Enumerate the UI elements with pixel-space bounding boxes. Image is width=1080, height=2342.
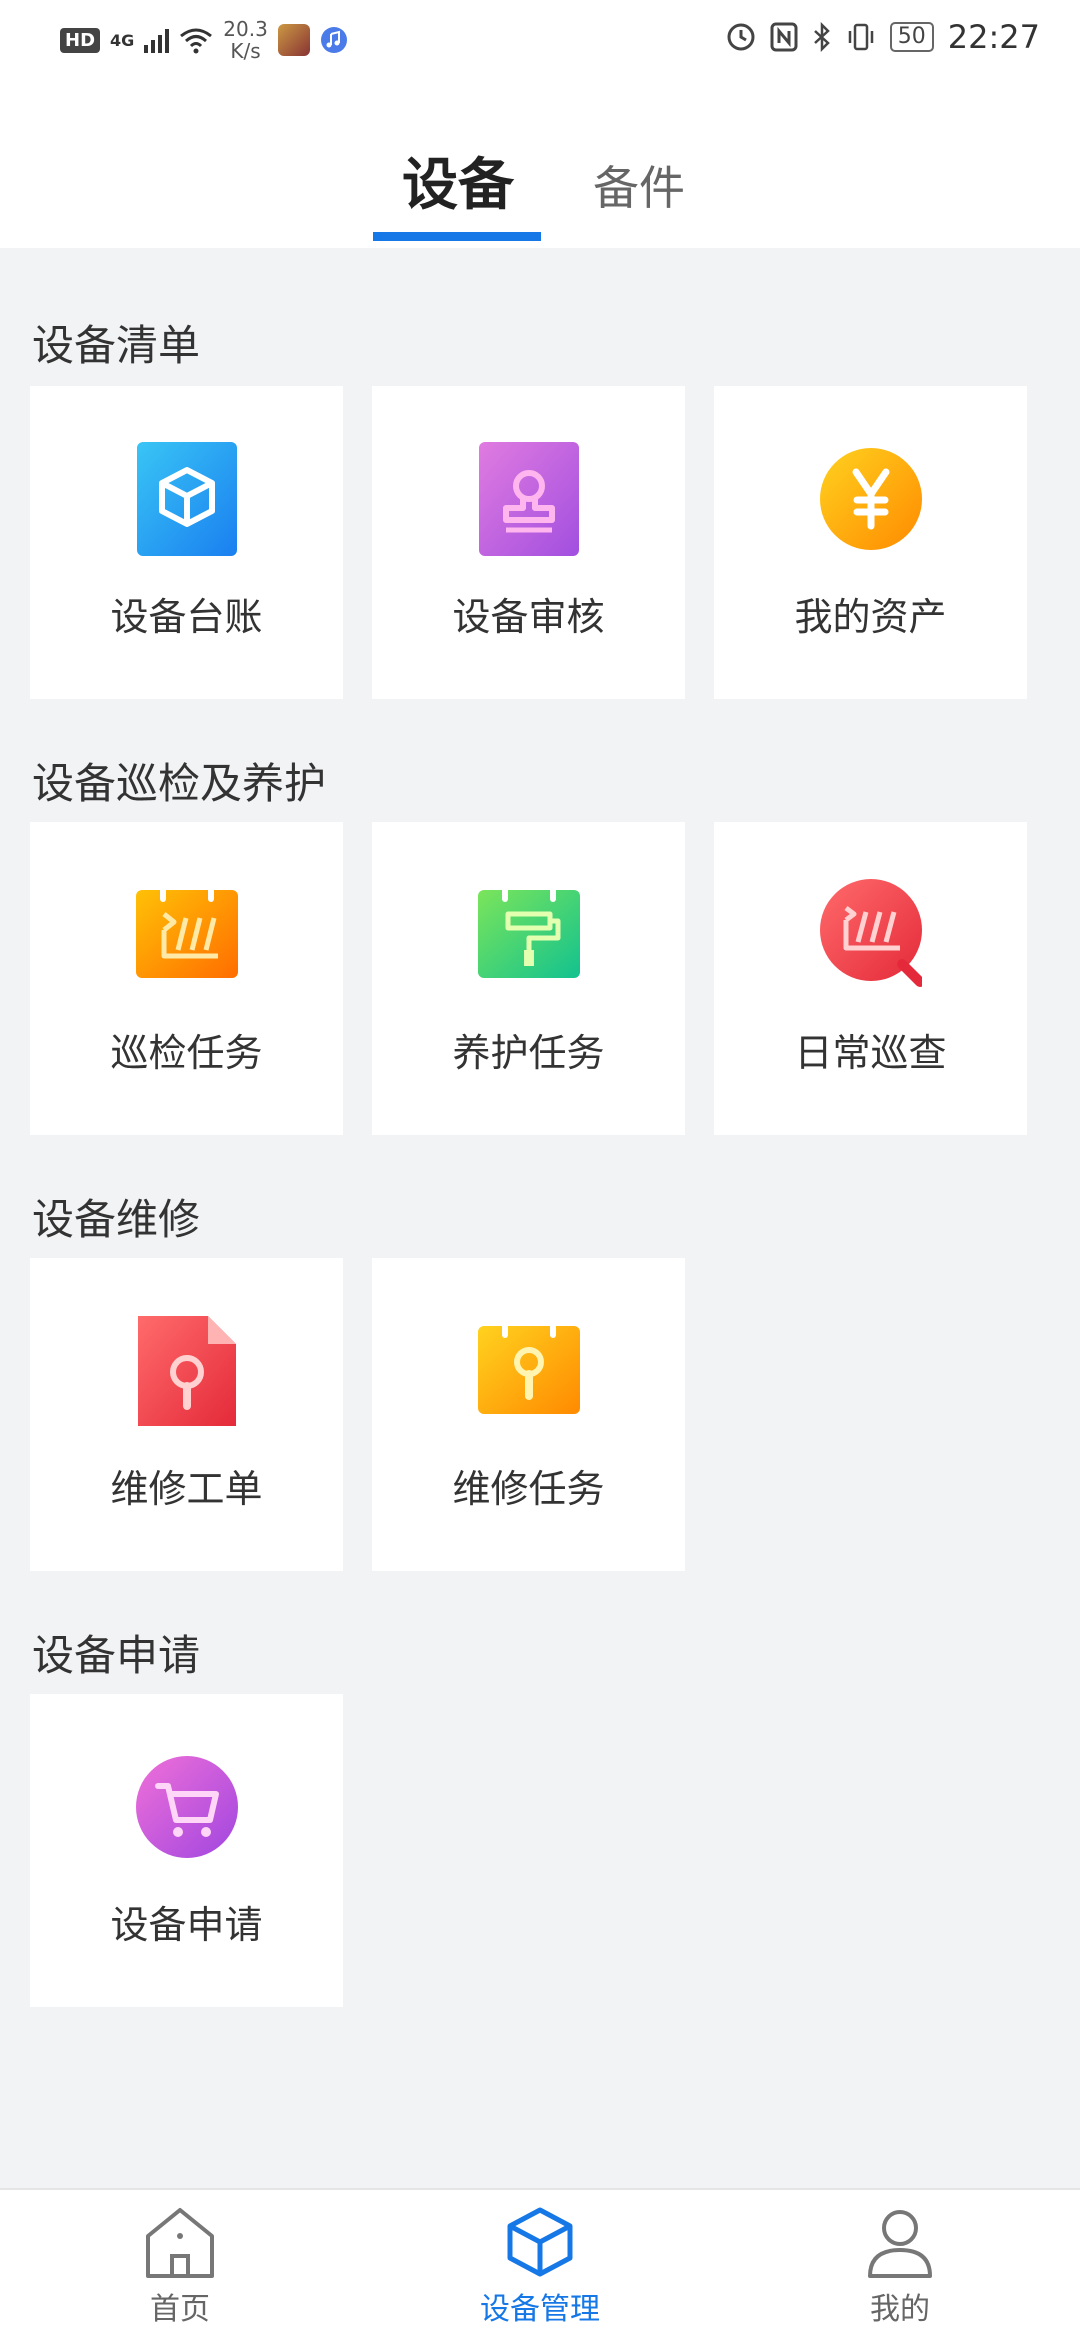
card-label: 日常巡查 bbox=[794, 1031, 947, 1075]
nav-profile-label: 我的 bbox=[870, 2292, 930, 2327]
vibrate-icon bbox=[848, 23, 874, 51]
inspection-task-card[interactable]: 巡检任务 bbox=[30, 822, 343, 1135]
nav-home-label: 首页 bbox=[150, 2292, 210, 2327]
network-speed-value: 20.3 bbox=[223, 17, 268, 41]
home-icon bbox=[146, 2208, 214, 2278]
bluetooth-icon bbox=[813, 22, 830, 52]
stamp-icon bbox=[479, 442, 579, 556]
repair-document-icon bbox=[138, 1316, 236, 1426]
device-review-card[interactable]: 设备审核 bbox=[372, 386, 685, 699]
network-speed-unit: K/s bbox=[230, 39, 261, 63]
section-title-inspection-maintenance: 设备巡检及养护 bbox=[32, 759, 327, 808]
repair-order-card[interactable]: 维修工单 bbox=[30, 1258, 343, 1571]
tab-device[interactable]: 设备 bbox=[402, 140, 514, 221]
section-title-application: 设备申请 bbox=[32, 1631, 201, 1680]
inspection-calendar-icon bbox=[136, 880, 238, 978]
repair-calendar-icon bbox=[478, 1316, 580, 1414]
card-label: 设备台账 bbox=[110, 595, 263, 639]
maintenance-calendar-icon bbox=[478, 880, 580, 978]
nav-profile[interactable]: 我的 bbox=[780, 2204, 1020, 2328]
top-tab-bar: 设备 备件 bbox=[0, 80, 1080, 248]
signal-icon bbox=[144, 27, 170, 53]
status-bar-left: HD 4G 20.3 K/s bbox=[60, 18, 348, 62]
card-label: 巡检任务 bbox=[110, 1031, 263, 1075]
nav-home[interactable]: 首页 bbox=[60, 2204, 300, 2328]
network-speed: 20.3 K/s bbox=[223, 18, 268, 62]
game-app-icon bbox=[277, 24, 310, 56]
alarm-icon bbox=[727, 23, 755, 51]
my-assets-card[interactable]: 我的资产 bbox=[714, 386, 1027, 699]
wifi-icon bbox=[180, 28, 213, 54]
card-label: 维修任务 bbox=[452, 1467, 605, 1511]
active-tab-indicator bbox=[373, 232, 541, 241]
cube-outline-icon bbox=[507, 2207, 573, 2277]
card-label: 我的资产 bbox=[794, 595, 947, 639]
patrol-search-icon bbox=[820, 879, 922, 987]
nav-device-management[interactable]: 设备管理 bbox=[420, 2204, 660, 2328]
tab-spare-parts[interactable]: 备件 bbox=[593, 152, 685, 218]
section-title-repair: 设备维修 bbox=[32, 1195, 201, 1244]
music-icon bbox=[320, 27, 347, 53]
card-label: 维修工单 bbox=[110, 1467, 263, 1511]
status-bar: HD 4G 20.3 K/s 50 22:27 bbox=[0, 0, 1080, 80]
nav-device-management-label: 设备管理 bbox=[480, 2292, 600, 2327]
device-application-card[interactable]: 设备申请 bbox=[30, 1694, 343, 2007]
user-icon bbox=[868, 2210, 932, 2278]
battery-indicator: 50 bbox=[889, 22, 934, 52]
cube-icon bbox=[137, 442, 237, 556]
section-title-device-list: 设备清单 bbox=[32, 321, 201, 370]
bottom-navigation: 首页 设备管理 我的 bbox=[0, 2188, 1080, 2342]
card-label: 设备审核 bbox=[452, 595, 605, 639]
repair-task-card[interactable]: 维修任务 bbox=[372, 1258, 685, 1571]
status-bar-right: 50 22:27 bbox=[726, 18, 1040, 56]
cart-icon bbox=[136, 1756, 238, 1858]
hd-badge: HD bbox=[60, 27, 101, 53]
daily-patrol-card[interactable]: 日常巡查 bbox=[714, 822, 1027, 1135]
nfc-icon bbox=[770, 22, 798, 52]
device-ledger-card[interactable]: 设备台账 bbox=[30, 386, 343, 699]
card-label: 养护任务 bbox=[452, 1031, 605, 1075]
clock: 22:27 bbox=[947, 18, 1040, 56]
network-type: 4G bbox=[110, 30, 135, 50]
maintenance-task-card[interactable]: 养护任务 bbox=[372, 822, 685, 1135]
card-label: 设备申请 bbox=[110, 1903, 263, 1947]
yuan-coin-icon bbox=[820, 448, 922, 550]
